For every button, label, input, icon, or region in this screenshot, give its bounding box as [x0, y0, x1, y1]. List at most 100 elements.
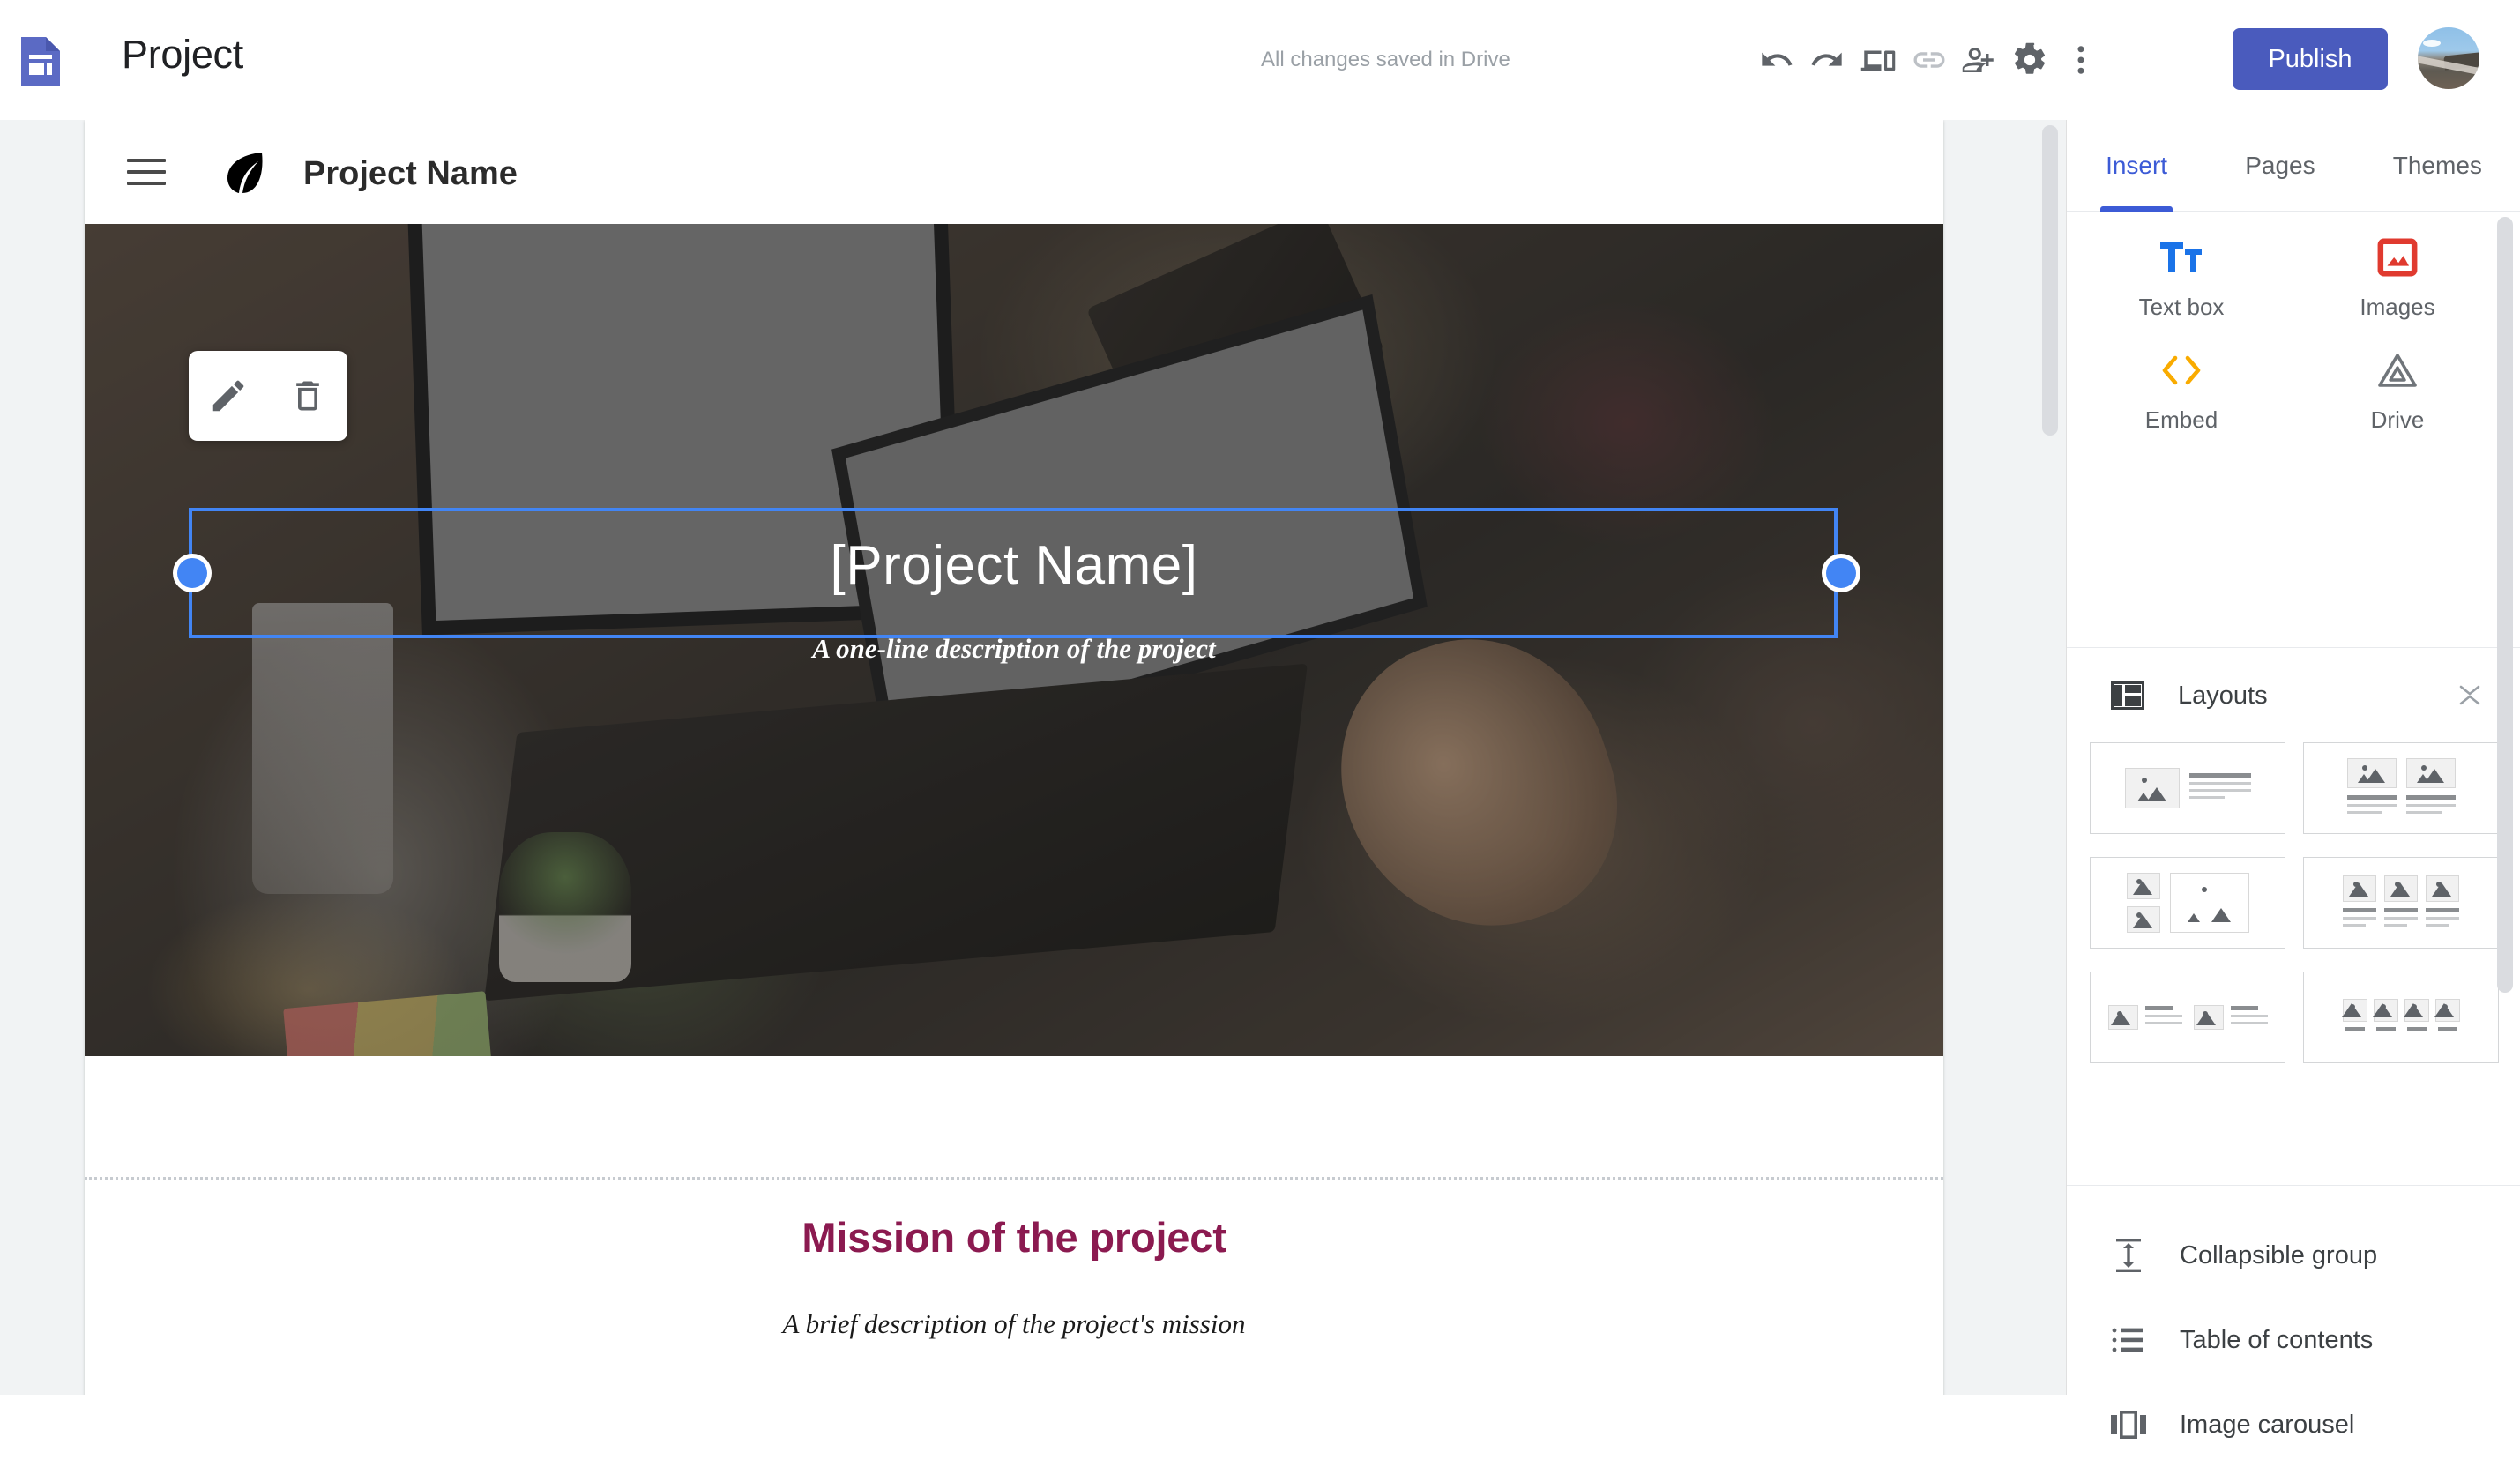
layouts-grid	[2067, 742, 2520, 1174]
insert-embed[interactable]: Embed	[2076, 333, 2287, 446]
layout-image-placeholder	[2384, 875, 2418, 902]
settings-button[interactable]	[2003, 34, 2056, 86]
app-bar: Project All changes saved in Drive Publi…	[0, 0, 2520, 120]
site-name[interactable]: Project Name	[303, 155, 518, 193]
layout-thumb-4[interactable]	[2303, 857, 2499, 949]
hero-banner[interactable]: [Project Name] A one-line description of…	[85, 224, 1943, 1056]
panel-divider	[2067, 647, 2520, 648]
more-options-button[interactable]	[2054, 34, 2107, 86]
table-of-contents-icon	[2111, 1322, 2146, 1358]
layout-column	[2346, 758, 2397, 818]
image-carousel-icon	[2111, 1407, 2146, 1442]
insert-table-of-contents[interactable]: Table of contents	[2067, 1298, 2520, 1382]
layouts-section-header[interactable]: Layouts	[2067, 658, 2520, 734]
collapsible-group-label: Collapsible group	[2180, 1240, 2378, 1270]
publish-button[interactable]: Publish	[2233, 28, 2388, 90]
layout-image-placeholder	[2434, 999, 2460, 1022]
edit-button[interactable]	[203, 370, 254, 421]
resize-handle-right[interactable]	[1822, 554, 1860, 592]
avatar-cloud	[2423, 40, 2441, 47]
hero-subtitle[interactable]: A one-line description of the project	[85, 633, 1943, 665]
layout-image-placeholder	[2343, 875, 2376, 902]
preview-devices-icon	[1860, 50, 1896, 71]
delete-button[interactable]	[282, 370, 333, 421]
right-panel: Insert Pages Themes Text box Images Embe…	[2066, 120, 2520, 1439]
section-divider	[85, 1177, 1943, 1180]
more-vert-icon	[2077, 46, 2084, 74]
layout-column	[2341, 999, 2367, 1036]
insert-embed-label: Embed	[2144, 406, 2218, 433]
add-person-icon	[1962, 48, 1994, 72]
mission-title[interactable]: Mission of the project	[85, 1213, 1943, 1262]
site-header: Project Name	[85, 120, 1943, 224]
redo-icon	[1811, 52, 1842, 66]
layout-image-placeholder	[2193, 1005, 2224, 1030]
panel-tabs: Insert Pages Themes	[2067, 120, 2520, 212]
trash-icon	[296, 381, 319, 411]
insert-collapsible-group[interactable]: Collapsible group	[2067, 1213, 2520, 1298]
layouts-icon	[2111, 681, 2144, 710]
resize-handle-left[interactable]	[173, 554, 212, 592]
layout-image-placeholder	[2107, 1005, 2138, 1030]
redo-button[interactable]	[1801, 34, 1853, 86]
insert-images[interactable]: Images	[2292, 220, 2503, 333]
avatar[interactable]	[2418, 27, 2479, 89]
layout-image-placeholder	[2124, 768, 2180, 808]
canvas-scrollbar[interactable]	[2042, 125, 2058, 1389]
panel-scrollbar[interactable]	[2497, 217, 2513, 1381]
collapsible-group-icon	[2111, 1238, 2146, 1273]
panel-scrollbar-thumb[interactable]	[2497, 217, 2513, 993]
insert-drive[interactable]: Drive	[2292, 333, 2503, 446]
insert-images-label: Images	[2360, 293, 2435, 320]
layout-column	[2343, 875, 2376, 931]
layouts-label: Layouts	[2178, 681, 2268, 710]
tab-themes[interactable]: Themes	[2388, 120, 2487, 212]
undo-button[interactable]	[1750, 34, 1803, 86]
insert-image-carousel[interactable]: Image carousel	[2067, 1382, 2520, 1467]
layout-column	[2384, 875, 2418, 931]
layout-thumb-5[interactable]	[2090, 972, 2285, 1063]
layout-image-placeholder	[2346, 758, 2397, 788]
layout-text-lines	[2188, 773, 2251, 803]
tab-pages[interactable]: Pages	[2240, 120, 2320, 212]
canvas-scrollbar-thumb[interactable]	[2042, 125, 2058, 436]
layout-pair	[2107, 1005, 2182, 1030]
share-button[interactable]	[1953, 34, 2006, 86]
hamburger-menu-icon[interactable]	[127, 159, 166, 185]
editor-body: Project Name [Project Name] A one-line d…	[0, 120, 2520, 1439]
layout-thumb-1[interactable]	[2090, 742, 2285, 834]
layout-image-placeholder	[2372, 999, 2398, 1022]
layout-thumb-6[interactable]	[2303, 972, 2499, 1063]
layout-image-placeholder	[2403, 999, 2429, 1022]
google-sites-icon[interactable]	[16, 35, 65, 88]
hero-title[interactable]: [Project Name]	[85, 534, 1943, 597]
embed-code-icon	[2158, 346, 2205, 394]
image-carousel-label: Image carousel	[2180, 1410, 2355, 1439]
layout-image-placeholder	[2426, 875, 2459, 902]
images-icon	[2377, 234, 2418, 281]
document-title[interactable]: Project	[122, 32, 243, 78]
insert-text-box[interactable]: Text box	[2076, 220, 2287, 333]
layout-column	[2434, 999, 2460, 1036]
preview-button[interactable]	[1852, 34, 1905, 86]
insert-text-box-label: Text box	[2138, 293, 2225, 320]
layout-thumb-2[interactable]	[2303, 742, 2499, 834]
mission-description[interactable]: A brief description of the project's mis…	[85, 1308, 1943, 1340]
layout-column	[2126, 873, 2160, 933]
selection-toolbar	[189, 351, 347, 441]
layout-image-placeholder	[2126, 906, 2160, 933]
gear-icon	[2014, 42, 2046, 74]
chevron-collapse-icon[interactable]	[2457, 684, 2482, 707]
site-page: Project Name [Project Name] A one-line d…	[85, 120, 1943, 1395]
tab-insert[interactable]: Insert	[2100, 120, 2173, 212]
layout-image-placeholder	[2341, 999, 2367, 1022]
google-drive-icon	[2376, 346, 2419, 394]
layout-column	[2405, 758, 2456, 818]
copy-link-button[interactable]	[1903, 34, 1956, 86]
layout-column	[2426, 875, 2459, 931]
panel-divider	[2067, 1185, 2520, 1186]
layout-thumb-3[interactable]	[2090, 857, 2285, 949]
text-box-icon	[2158, 234, 2204, 281]
leaf-logo-icon	[222, 150, 268, 196]
site-canvas[interactable]: Project Name [Project Name] A one-line d…	[0, 120, 2063, 1395]
